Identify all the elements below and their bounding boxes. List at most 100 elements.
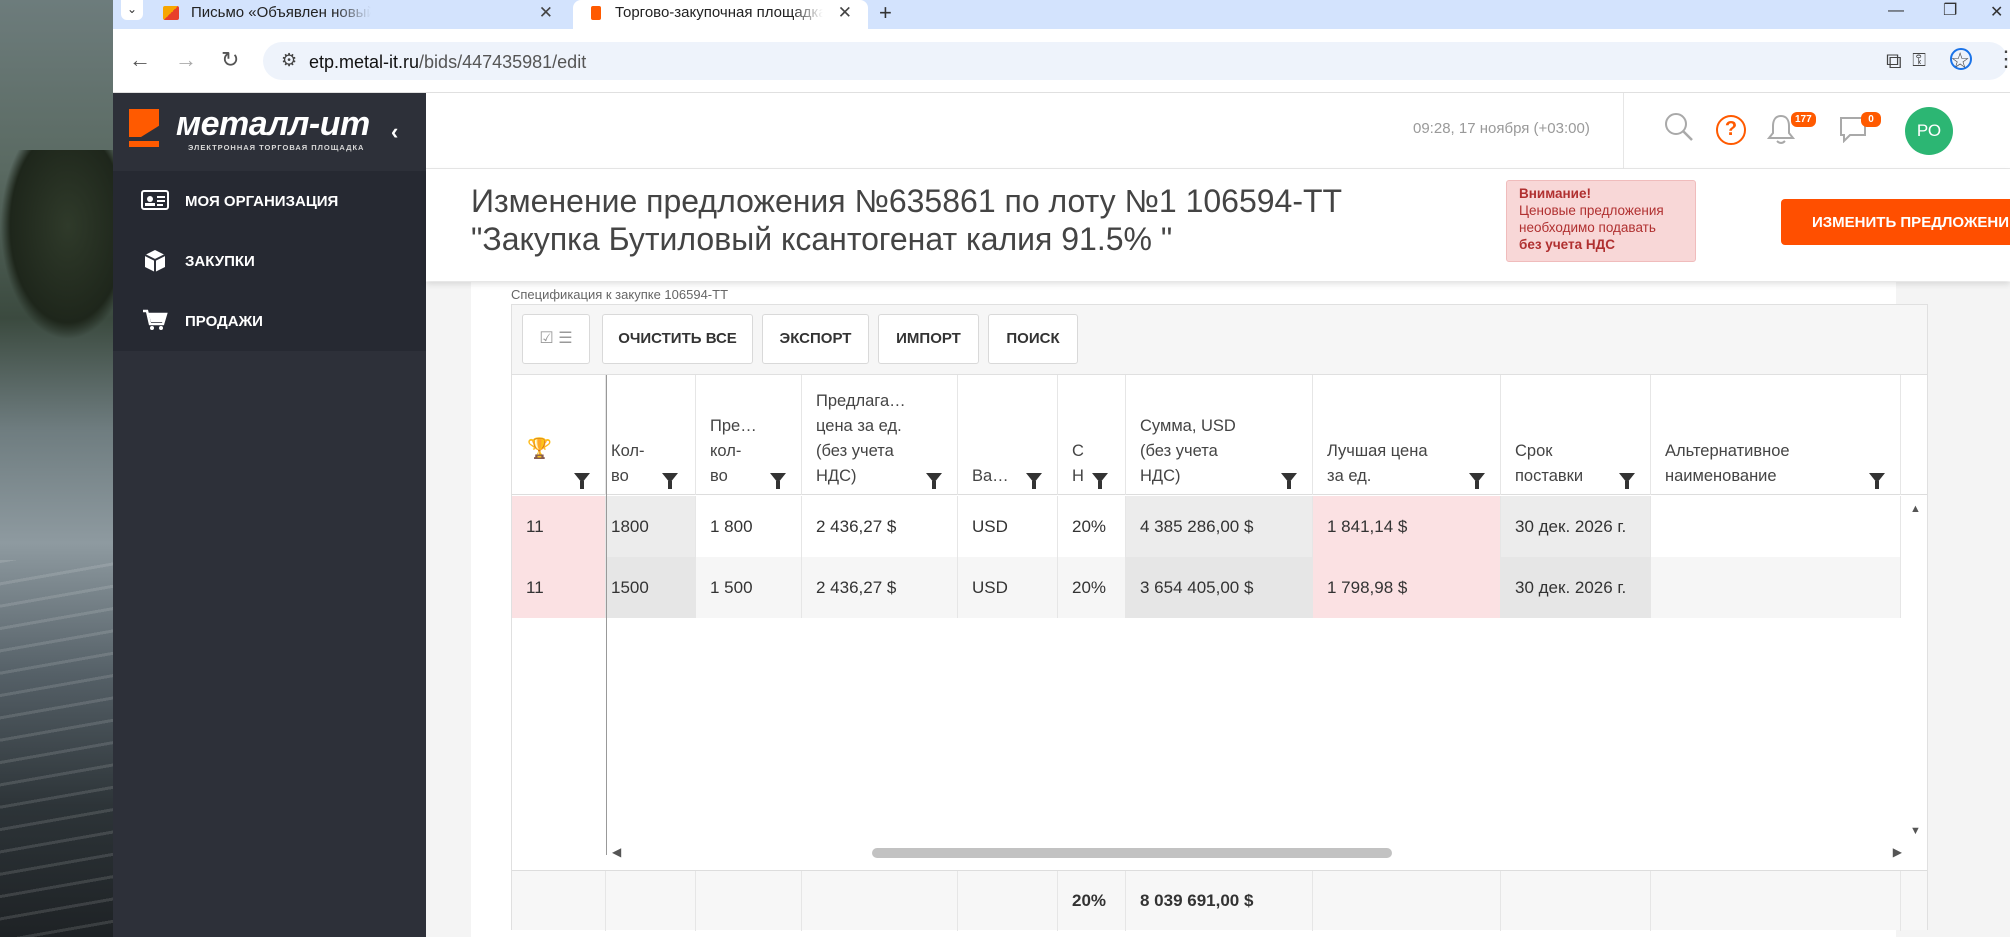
new-tab-button[interactable]: + <box>879 0 892 26</box>
filter-icon[interactable] <box>1869 473 1885 489</box>
import-button[interactable]: ИМПОРТ <box>878 314 979 364</box>
horizontal-scrollbar[interactable]: ◀ ▶ <box>612 845 1902 861</box>
col-currency[interactable]: Ва… <box>958 375 1058 495</box>
reload-icon[interactable]: ↻ <box>221 47 239 73</box>
grid-header: 🏆 Кол-во Пре… кол-во Предлага… цена за е… <box>512 375 1927 495</box>
select-mode-icon[interactable]: ☑ ☰ <box>522 314 590 364</box>
cell-alt-name[interactable] <box>1651 557 1901 618</box>
change-offer-button[interactable]: ИЗМЕНИТЬ ПРЕДЛОЖЕНИЕ ⌄ <box>1781 199 2010 245</box>
cell-currency[interactable]: USD <box>958 496 1058 557</box>
extensions-icon[interactable]: ⧉ <box>1886 48 1902 74</box>
col-offered-price[interactable]: Предлага… цена за ед. (без учета НДС) <box>802 375 958 495</box>
footer-cell <box>1313 871 1501 931</box>
col-label: Н <box>1072 467 1084 485</box>
col-label: цена за ед. <box>816 417 902 435</box>
filter-icon[interactable] <box>1469 473 1485 489</box>
tab-etp[interactable]: Торгово-закупочная площадка ✕ <box>573 0 868 29</box>
col-label: во <box>611 467 629 485</box>
site-settings-icon[interactable]: ⚙ <box>281 50 297 71</box>
main-content: 09:28, 17 ноября (+03:00) ? 177 0 РО Изм… <box>426 93 2010 937</box>
profile-icon[interactable] <box>1950 48 1972 70</box>
filter-icon[interactable] <box>1281 473 1297 489</box>
address-bar[interactable]: ⚙ etp.metal-it.ru/bids/447435981/edit ⚿ … <box>263 42 2008 80</box>
tab-search-button[interactable]: ⌄ <box>121 0 143 20</box>
help-icon[interactable]: ? <box>1716 115 1746 145</box>
filter-icon[interactable] <box>770 473 786 489</box>
col-label: Ва… <box>972 467 1009 485</box>
notifications-badge: 177 <box>1791 112 1816 127</box>
cell-offered-qty[interactable]: 1 800 <box>696 496 802 557</box>
col-label: кол- <box>710 442 742 460</box>
back-arrow-icon[interactable]: ← <box>129 47 151 73</box>
filter-icon[interactable] <box>662 473 678 489</box>
page-header: Изменение предложения №635861 по лоту №1… <box>426 169 2010 281</box>
col-label: Предлага… <box>816 392 906 410</box>
col-label: Срок <box>1515 442 1553 460</box>
search-icon[interactable] <box>1663 111 1695 150</box>
sidebar: металл-ит ЭЛЕКТРОННАЯ ТОРГОВАЯ ПЛОЩАДКА … <box>113 93 426 937</box>
footer-vat: 20% <box>1058 871 1126 931</box>
col-sum[interactable]: Сумма, USD (без учета НДС) <box>1126 375 1313 495</box>
col-alt-name[interactable]: Альтернативное наименование <box>1651 375 1901 495</box>
cell-price[interactable]: 2 436,27 $ <box>802 557 958 618</box>
footer-total: 8 039 691,00 $ <box>1126 871 1313 931</box>
footer-cell <box>696 871 802 931</box>
export-button[interactable]: ЭКСПОРТ <box>762 314 869 364</box>
col-vat[interactable]: СН <box>1058 375 1126 495</box>
forward-arrow-icon[interactable]: → <box>175 47 197 73</box>
spec-card: Спецификация к закупке 106594-ТТ ☑ ☰ ОЧИ… <box>471 282 1928 937</box>
page-title-line2: "Закупка Бутиловый ксантогенат калия 91.… <box>471 221 1173 257</box>
footer-cell <box>958 871 1058 931</box>
col-offered-qty[interactable]: Пре… кол-во <box>696 375 802 495</box>
filter-icon[interactable] <box>926 473 942 489</box>
filter-icon[interactable] <box>1026 473 1042 489</box>
scroll-left-arrow-icon[interactable]: ◀ <box>612 845 621 859</box>
close-window-icon[interactable]: ✕ <box>1990 2 2003 22</box>
scroll-up-arrow-icon[interactable]: ▲ <box>1910 503 1921 515</box>
col-rank[interactable]: 🏆 <box>512 375 606 495</box>
sidebar-item-sales[interactable]: ПРОДАЖИ <box>113 291 426 351</box>
sidebar-item-label: ПРОДАЖИ <box>185 313 263 330</box>
cell-alt-name[interactable] <box>1651 496 1901 557</box>
logo[interactable]: металл-ит ЭЛЕКТРОННАЯ ТОРГОВАЯ ПЛОЩАДКА … <box>113 93 426 171</box>
topbar-divider <box>1623 93 1624 169</box>
table-row[interactable]: 11 1800 1 800 2 436,27 $ USD 20% 4 385 2… <box>512 496 1910 557</box>
footer-cell <box>1651 871 1901 931</box>
cell-offered-qty[interactable]: 1 500 <box>696 557 802 618</box>
scrollbar-thumb[interactable] <box>872 848 1392 858</box>
tab-title: Письмо «Объявлен новый этап <box>191 4 371 21</box>
col-best-price[interactable]: Лучшая цена за ед. <box>1313 375 1501 495</box>
scroll-right-arrow-icon[interactable]: ▶ <box>1893 845 1902 859</box>
clear-all-button[interactable]: ОЧИСТИТЬ ВСЕ <box>602 314 753 364</box>
browser-menu-icon[interactable]: ⋮ <box>1995 46 2010 72</box>
collapse-sidebar-chevron-icon[interactable]: ‹ <box>391 119 398 145</box>
sidebar-item-my-organization[interactable]: МОЯ ОРГАНИЗАЦИЯ <box>113 171 426 231</box>
avatar[interactable]: РО <box>1905 107 1953 155</box>
tab-mail[interactable]: Письмо «Объявлен новый этап ✕ <box>149 0 569 29</box>
col-label: наименование <box>1665 467 1777 485</box>
cell-price[interactable]: 2 436,27 $ <box>802 496 958 557</box>
cell-vat[interactable]: 20% <box>1058 496 1126 557</box>
tab-close-icon[interactable]: ✕ <box>539 3 553 23</box>
url-text[interactable]: etp.metal-it.ru/bids/447435981/edit <box>309 52 586 73</box>
filter-icon[interactable] <box>1092 473 1108 489</box>
minimize-icon[interactable]: — <box>1888 2 1904 20</box>
browser-window: ⌄ Письмо «Объявлен новый этап ✕ Торгово-… <box>113 0 2010 937</box>
search-button[interactable]: ПОИСК <box>988 314 1078 364</box>
col-label: Лучшая цена <box>1327 442 1428 460</box>
col-delivery[interactable]: Срок поставки <box>1501 375 1651 495</box>
sidebar-item-purchases[interactable]: ЗАКУПКИ <box>113 231 426 291</box>
cell-vat[interactable]: 20% <box>1058 557 1126 618</box>
tab-close-icon[interactable]: ✕ <box>838 3 852 23</box>
cell-currency[interactable]: USD <box>958 557 1058 618</box>
col-label: Пре… <box>710 417 757 435</box>
cell-rank: 11 <box>512 557 606 618</box>
table-row[interactable]: 11 1500 1 500 2 436,27 $ USD 20% 3 654 4… <box>512 557 1910 618</box>
restore-icon[interactable]: ❐ <box>1943 0 1957 20</box>
password-key-icon[interactable]: ⚿ <box>1912 50 1926 71</box>
wallpaper-rock <box>0 150 113 340</box>
filter-icon[interactable] <box>1619 473 1635 489</box>
scroll-down-arrow-icon[interactable]: ▼ <box>1910 825 1921 837</box>
filter-icon[interactable] <box>574 473 590 489</box>
col-qty[interactable]: Кол-во <box>606 375 696 495</box>
